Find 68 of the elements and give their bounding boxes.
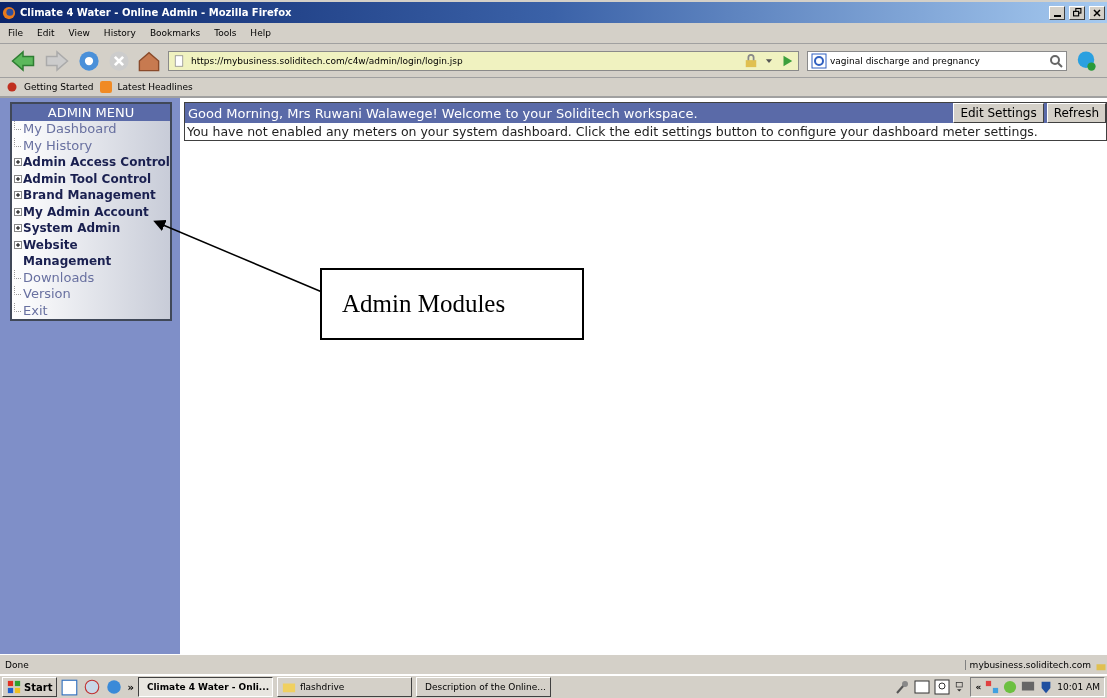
- lock-icon: [744, 53, 758, 68]
- restore-icon: [1072, 8, 1082, 17]
- page-icon: [173, 53, 185, 68]
- search-field[interactable]: vaginal discharge and pregnancy: [807, 50, 1067, 71]
- restore-button[interactable]: [1069, 5, 1085, 20]
- tree-line-icon: [14, 269, 22, 279]
- menu-link[interactable]: Downloads: [23, 269, 95, 286]
- minimize-icon: [1053, 14, 1061, 17]
- menu-item[interactable]: Bookmarks: [149, 28, 201, 38]
- bookmark-icon: [6, 81, 18, 93]
- menu-link[interactable]: My Dashboard: [23, 121, 117, 138]
- taskbar-button[interactable]: Climate 4 Water - Onli...: [137, 677, 273, 697]
- search-engine-icon[interactable]: [808, 52, 830, 69]
- menu-link[interactable]: Admin Access Control: [23, 154, 170, 171]
- menu-link[interactable]: Admin Tool Control: [23, 170, 152, 187]
- window-title: Climate 4 Water - Online Admin - Mozilla Firefox: [20, 7, 293, 18]
- admin-menu-title: ADMIN MENU: [12, 104, 170, 121]
- clock: 10:01 AM: [1057, 682, 1100, 692]
- menu-item[interactable]: View: [68, 28, 90, 38]
- bookmark-link[interactable]: Latest Headlines: [117, 82, 193, 92]
- address-field[interactable]: https://mybusiness.soliditech.com/c4w/admin/login/login.jsp: [168, 50, 799, 71]
- url-text: https://mybusiness.soliditech.com/c4w/admin/login/login.jsp: [191, 55, 464, 66]
- bookmark-link[interactable]: Getting Started: [24, 82, 94, 92]
- overflow-chevron[interactable]: »: [127, 681, 134, 693]
- menu-link[interactable]: Exit: [23, 302, 48, 319]
- rss-icon: [99, 81, 112, 93]
- minimize-button[interactable]: [1049, 5, 1065, 20]
- expand-icon[interactable]: [14, 207, 22, 216]
- menu-link[interactable]: My History: [23, 137, 93, 154]
- start-button[interactable]: Start: [2, 677, 58, 697]
- expand-icon[interactable]: [14, 174, 22, 183]
- panel-button[interactable]: Edit Settings: [953, 103, 1044, 123]
- taskbar-button[interactable]: flashdrive: [276, 677, 412, 697]
- menu-item[interactable]: Help: [250, 28, 271, 38]
- status-host: mybusiness.soliditech.com: [964, 659, 1095, 670]
- tree-line-icon: [14, 302, 22, 312]
- back-arrow-icon[interactable]: [10, 48, 36, 73]
- menu-link[interactable]: Website Management: [23, 236, 170, 270]
- expand-icon[interactable]: [14, 158, 22, 166]
- callout-label: Admin Modules: [320, 268, 584, 340]
- microphone-icon: [894, 679, 911, 695]
- close-icon: [1093, 8, 1101, 17]
- expand-icon[interactable]: [14, 240, 22, 249]
- close-button[interactable]: [1089, 5, 1105, 20]
- menu-link[interactable]: System Admin: [23, 220, 121, 237]
- windows-logo-icon: [7, 680, 21, 694]
- reload-icon[interactable]: [78, 49, 100, 72]
- greeting-text: Good Morning, Mrs Ruwani Walawege! Welcome to your Soliditech workspace.: [187, 105, 699, 121]
- home-icon[interactable]: [138, 49, 160, 72]
- menu-link[interactable]: Brand Management: [23, 187, 156, 204]
- tree-line-icon: [14, 286, 22, 295]
- tree-line-icon: [14, 121, 22, 130]
- search-text: vaginal discharge and pregnancy: [830, 55, 981, 66]
- tree-line-icon: [14, 137, 22, 147]
- menu-item[interactable]: History: [103, 28, 136, 38]
- panel-button[interactable]: Refresh: [1046, 103, 1106, 123]
- menu-link[interactable]: My Admin Account: [23, 203, 149, 220]
- message-text: You have not enabled any meters on your system dashboard. Click the edit settings button to configure your dashboard meter settings.: [186, 123, 1039, 140]
- status-text: Done: [4, 659, 30, 670]
- monitor-icon: [1021, 680, 1036, 694]
- taskbar-button[interactable]: Description of the Online...: [415, 677, 551, 697]
- expand-icon[interactable]: [14, 224, 22, 232]
- menu-item[interactable]: File: [8, 28, 24, 38]
- menu-item[interactable]: Tools: [214, 28, 237, 38]
- expand-icon[interactable]: [14, 191, 22, 199]
- menu-item[interactable]: Edit: [37, 28, 55, 38]
- tray-expand[interactable]: «: [975, 682, 982, 692]
- menu-link[interactable]: Version: [23, 286, 71, 303]
